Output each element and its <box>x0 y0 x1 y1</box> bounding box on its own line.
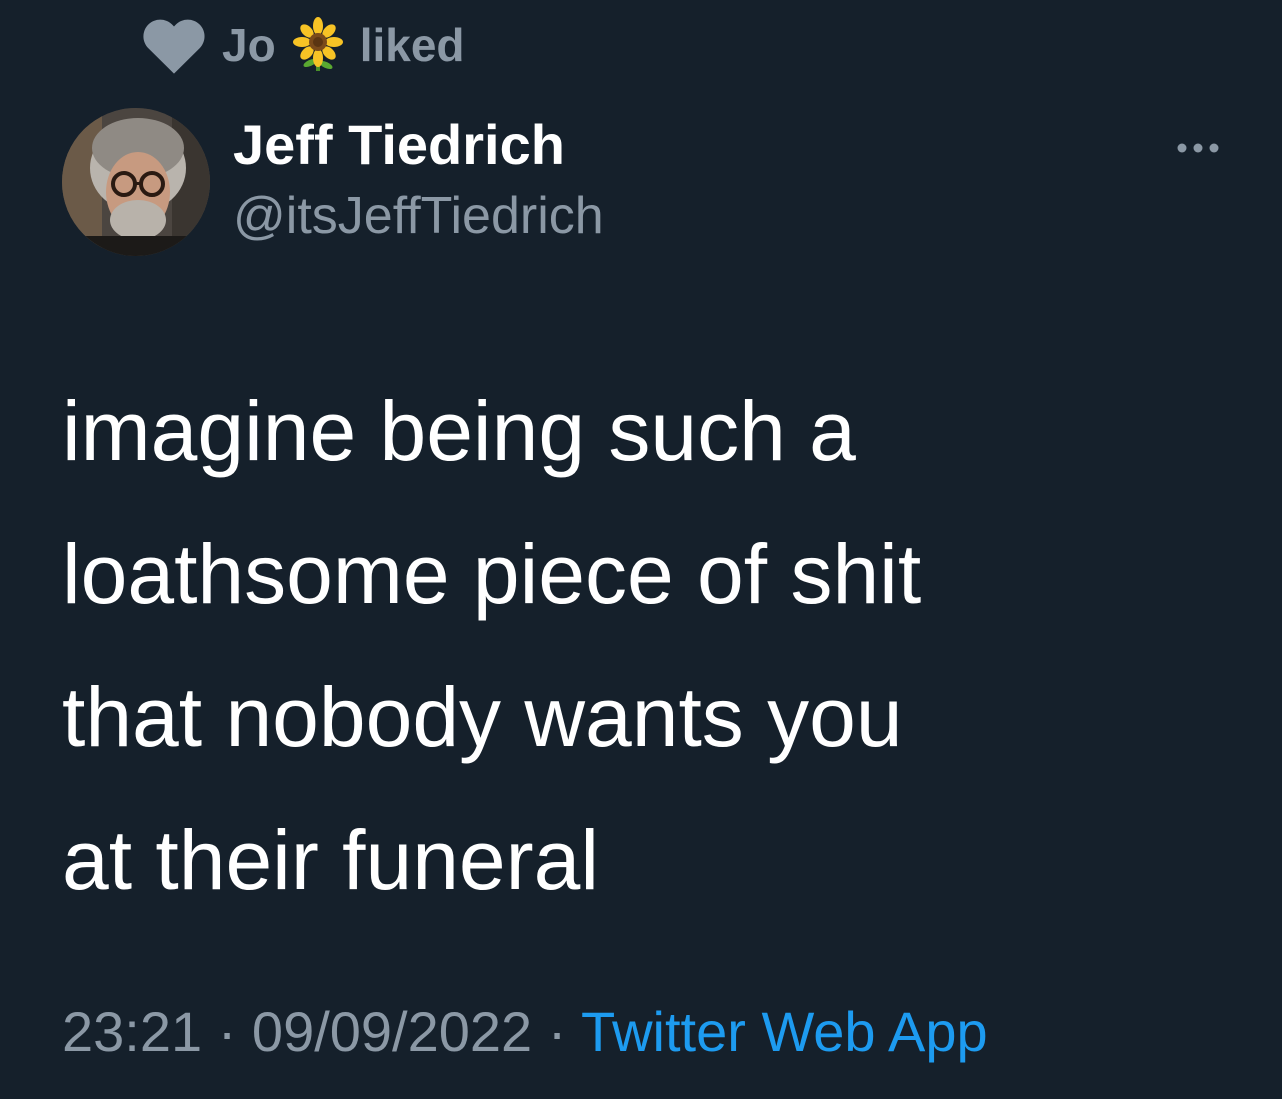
liker-name[interactable]: Jo <box>222 18 276 72</box>
social-context: Jo liked <box>140 10 465 80</box>
tweet-line: loathsome piece of shit <box>62 527 922 621</box>
meta-separator: · <box>547 1000 567 1063</box>
tweet-meta: 23:21 · 09/09/2022 · Twitter Web App <box>62 996 988 1068</box>
tweet-source-link[interactable]: Twitter Web App <box>581 1000 988 1063</box>
avatar[interactable] <box>62 108 210 256</box>
author-handle[interactable]: @itsJeffTiedrich <box>233 184 604 248</box>
sunflower-emoji <box>290 17 346 73</box>
more-horizontal-icon <box>1177 143 1219 153</box>
author-display-name[interactable]: Jeff Tiedrich <box>233 110 604 180</box>
author-info[interactable]: Jeff Tiedrich @itsJeffTiedrich <box>233 110 604 248</box>
tweet-text: imagine being such a loathsome piece of … <box>62 360 1262 932</box>
tweet-line: that nobody wants you <box>62 670 903 764</box>
heart-icon <box>140 14 208 76</box>
meta-separator: · <box>217 1000 237 1063</box>
tweet-line: at their funeral <box>62 813 599 907</box>
more-options-button[interactable] <box>1168 128 1228 168</box>
tweet-time[interactable]: 23:21 <box>62 1000 202 1063</box>
tweet-line: imagine being such a <box>62 384 856 478</box>
avatar-photo <box>62 108 210 256</box>
tweet-date[interactable]: 09/09/2022 <box>252 1000 532 1063</box>
liked-label: liked <box>359 19 465 71</box>
